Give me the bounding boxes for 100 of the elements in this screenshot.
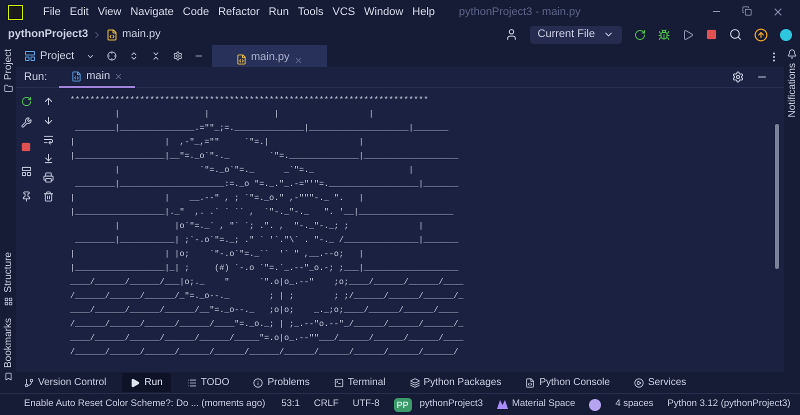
run-config-dropdown[interactable]: Current File [530,26,622,44]
status-item[interactable]: pythonProject3 [420,397,483,412]
console-line: ________|_______________.=""_;=.______________|____________________|_______ [74,123,448,135]
menu-item[interactable]: View [98,4,122,20]
tool-window-tab[interactable]: Project [0,49,16,80]
play-circle-icon [634,378,644,388]
update-icon[interactable] [754,28,768,42]
panel-icon [24,50,36,62]
run-tab[interactable]: main [59,66,136,88]
soft-wrap-icon[interactable] [42,134,54,145]
tool-window-button[interactable]: Problems [245,373,318,392]
console-line: ____/______/______/___|o;._ " `".o|o_.--" ;o;____/______/______/____ [70,277,464,289]
bug-icon[interactable] [658,28,670,40]
menu-item[interactable]: VCS [332,4,356,20]
tool-window-button[interactable]: Terminal [326,373,394,392]
breadcrumb-item[interactable]: main.py [122,26,161,43]
window-title: pythonProject3 - main.py [458,4,581,20]
close-icon[interactable] [772,6,784,18]
theme-logo-icon [496,400,508,409]
console-line: ____/______/______/______/__"=._o--._ ;o|o; _._;o;____/______/______/____ [70,305,458,317]
app-logo-icon [8,4,23,20]
arrow-down-icon[interactable] [42,115,54,126]
info-icon [253,378,264,388]
restore-icon[interactable] [742,6,752,16]
branch-icon [24,378,34,388]
menu-item[interactable]: Help [412,4,435,20]
project-badge: PP [394,398,412,412]
menu-item[interactable]: Run [268,4,289,20]
console-line: | | __.--" , ; `"=._o." ,-"""-._ ". | [70,193,364,205]
bell-icon[interactable] [787,49,797,59]
locate-icon[interactable] [107,50,117,62]
bookmark-icon [4,372,12,381]
play-icon [130,378,140,388]
layers-icon [410,378,420,388]
stop-icon[interactable] [706,29,717,40]
menu-item[interactable]: Refactor [218,4,260,20]
layout-icon[interactable] [20,166,32,177]
pin-icon[interactable] [20,191,32,202]
console-line: | | ,-"_,="" `"=.| | [70,137,364,149]
stop-icon[interactable] [21,142,31,152]
console-line: | | |o; `"-.o`"=._`` '` " ,__.--o; | [70,249,364,261]
breadcrumb-item[interactable]: pythonProject3 [8,26,88,43]
menu-item[interactable]: Code [182,4,210,20]
console-line: |__________________|._" ,. .` ` `` , `"-._"-._ ". '__|___________________ [70,207,454,219]
run-label: Run: [24,70,48,85]
tool-window-button[interactable]: Python Console [517,373,618,392]
tool-window-button[interactable]: Run [122,373,171,392]
console-line: | |o`"=._` , "` `; .". , "-._"-._; ; | [114,221,424,233]
status-item[interactable]: Python 3.12 (pythonProject3) [667,397,790,412]
terminal-icon [334,378,344,388]
close-icon[interactable] [294,56,303,65]
wrench-icon[interactable] [20,117,32,128]
console-line: ________|___________| ;`-.o`"=._; ." ` '`."\` . "-._ /_______________|_______ [74,235,458,247]
rerun-icon[interactable] [634,28,646,40]
tool-window-button[interactable]: Python Packages [402,373,510,392]
python-file-icon [71,70,82,82]
editor-tab[interactable]: main.py [212,45,327,67]
expand-all-icon[interactable] [128,50,139,62]
status-item[interactable]: Material Space [512,397,576,412]
console-line: /______/______/______/______/____"=._o._; | ;_.--"o.--"_/______/______/______/_ [70,319,464,331]
print-icon[interactable] [42,172,54,183]
rerun-icon[interactable] [20,96,32,107]
menu-item[interactable]: Window [364,4,404,20]
grid-icon [4,296,12,306]
python-file-icon [236,54,247,65]
python-file-icon [525,378,536,388]
close-icon[interactable] [114,72,124,80]
collapse-all-icon[interactable] [150,50,160,62]
arrow-up-icon[interactable] [42,96,54,107]
tool-window-tab[interactable]: Bookmarks [0,318,16,368]
search-icon[interactable] [729,28,742,41]
status-item[interactable]: CRLF [314,397,339,412]
scrollbar[interactable] [775,124,779,269]
menu-item[interactable]: Edit [70,4,89,20]
console-line: |__________________|_| ; (#) `-.o `"=.`_.--"_o.-; ;___|___________________ [70,263,458,275]
trash-icon[interactable] [42,191,54,202]
tool-window-button[interactable]: Version Control [16,373,114,392]
status-item[interactable]: UTF-8 [352,397,380,412]
status-message[interactable]: Enable Auto Reset Color Scheme?: Do ... (moments ago) [24,397,266,412]
console-line: ************************************************************************ [70,95,428,107]
menu-item[interactable]: File [43,4,61,20]
status-item[interactable]: 4 spaces [615,397,654,412]
console-line: /______/______/______/_"=._o--._ ; | ; ; ;/______/______/______/_ [70,291,464,303]
menu-item[interactable]: Navigate [130,4,174,20]
python-file-icon [106,28,118,40]
project-view-label[interactable]: Project [40,48,74,64]
console-line: | `"=._o`"=._ _`"=._ | [114,165,414,177]
settings-icon[interactable] [172,50,182,62]
user-icon[interactable] [504,28,518,41]
settings-icon[interactable] [732,71,744,83]
tool-window-button[interactable]: Services [626,373,694,392]
console-line: | | | | [114,109,374,121]
console-line: ________|_____________________:=._o "=._."_.-="'"=.__________________|_______ [74,179,458,191]
console-line: |__________________|__"=._o`"-._ `"=.______________|___________________ [70,151,458,163]
tool-window-tab[interactable]: Structure [0,252,16,293]
tool-window-button[interactable]: TODO [178,373,238,392]
status-item[interactable]: 53:1 [281,397,300,412]
scroll-to-end-icon[interactable] [42,153,54,164]
menu-item[interactable]: Tools [298,4,324,20]
tool-window-tab[interactable]: Notifications [784,63,800,118]
